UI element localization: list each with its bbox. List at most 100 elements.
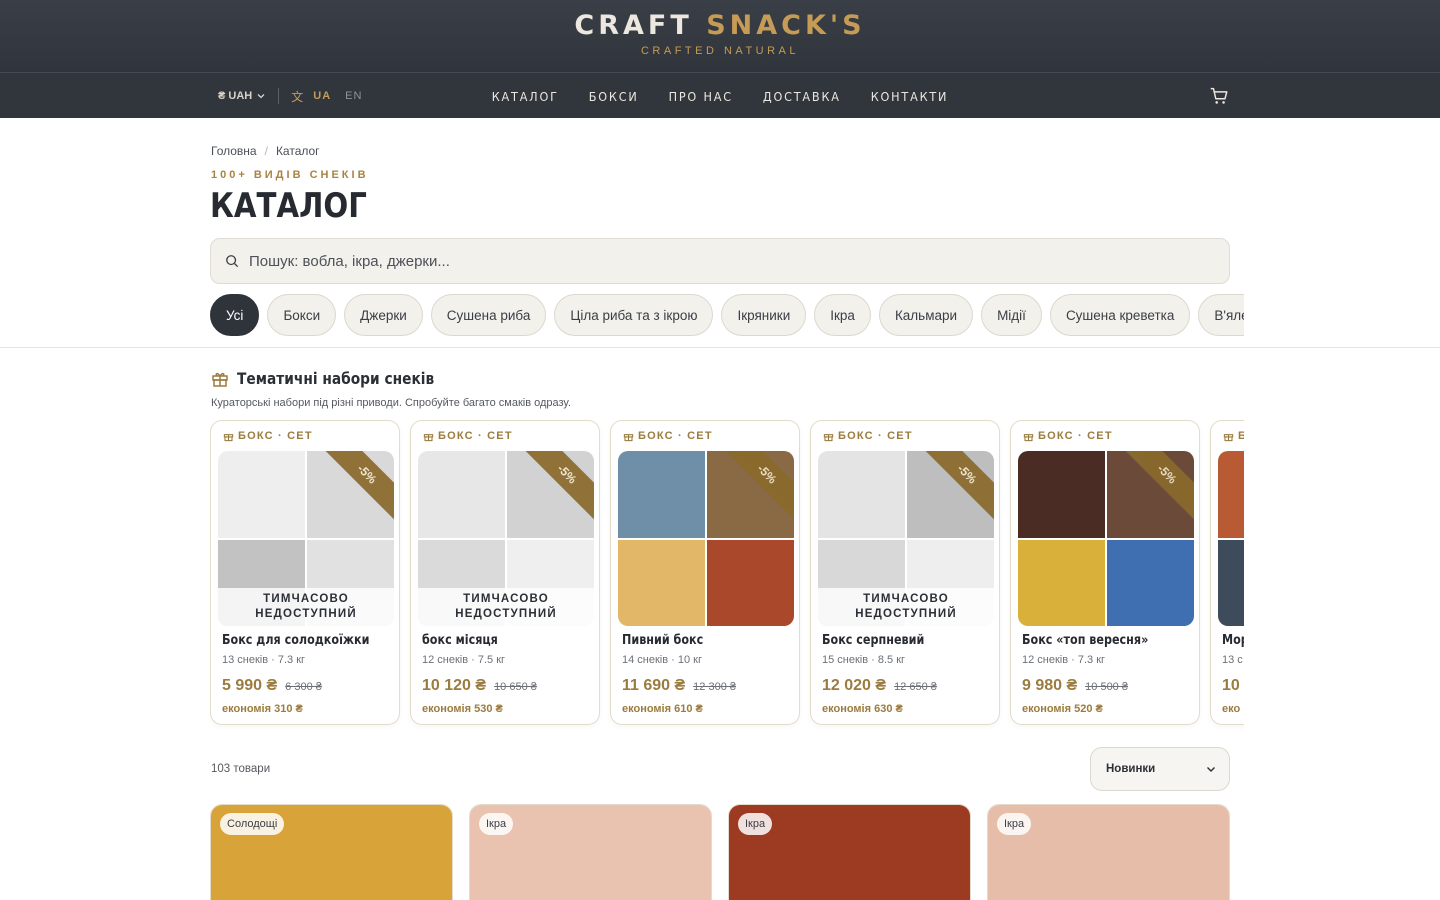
search-input[interactable] <box>249 252 1149 270</box>
search-icon <box>226 255 239 268</box>
gift-icon <box>223 433 234 441</box>
box-image[interactable]: -5% <box>1018 451 1194 626</box>
box-meta: 12 снеків · 7.5 кг <box>422 654 506 666</box>
box-name[interactable]: бокс місяця <box>422 633 498 648</box>
box-name[interactable]: Бокс серпневий <box>822 633 924 648</box>
box-photo-tile <box>1218 539 1244 626</box>
gift-icon <box>623 433 634 441</box>
product-card[interactable]: Ікра <box>987 804 1230 900</box>
price-current: 10 120 ₴ <box>422 677 487 694</box>
chip-roe-cakes[interactable]: Ікряники <box>721 294 807 336</box>
box-saving: економія 520 ₴ <box>1022 703 1103 715</box>
gift-icon <box>1223 433 1234 441</box>
nav-link-catalog[interactable]: КАТАЛОГ <box>492 89 559 104</box>
box-tag: БОКС · СЕТ <box>1223 430 1244 442</box>
nav-link-boxes[interactable]: БОКСИ <box>589 89 639 104</box>
breadcrumb-home[interactable]: Головна <box>211 144 257 158</box>
box-image[interactable] <box>1218 451 1244 626</box>
product-card[interactable]: Ікра <box>728 804 971 900</box>
box-name[interactable]: Бокс для солодкоїжки <box>222 633 369 648</box>
product-category-badge: Ікра <box>997 813 1032 835</box>
gift-icon <box>1023 433 1034 441</box>
currency-selector[interactable]: ₴ UAH <box>218 90 266 102</box>
lang-en[interactable]: EN <box>345 90 362 102</box>
section-divider <box>0 347 1440 348</box>
chip-dried-fish[interactable]: Сушена риба <box>430 294 547 336</box>
box-photo-tile <box>1018 539 1105 626</box>
lang-ua[interactable]: UA <box>313 90 331 102</box>
translate-icon: 文 <box>291 89 304 104</box>
site-logo[interactable]: CRAFT SNACK'S CRAFTED NATURAL <box>0 10 1440 57</box>
breadcrumb: Головна / Каталог <box>211 144 320 158</box>
box-card[interactable]: БОКС · СЕТ -5% Пивний бокс 14 снеків · 1… <box>610 420 800 725</box>
box-meta: 14 снеків · 10 кг <box>622 654 702 666</box>
sort-value: Новинки <box>1106 763 1156 775</box>
box-saving: еко <box>1222 703 1241 715</box>
chip-whole-fish[interactable]: Ціла риба та з ікрою <box>554 294 714 336</box>
box-card[interactable]: БОКС · СЕТ Мор 13 с 10 еко <box>1210 420 1244 725</box>
chip-squid[interactable]: Кальмари <box>878 294 974 336</box>
box-image[interactable]: -5% <box>618 451 794 626</box>
box-image[interactable]: -5% ТИМЧАСОВО НЕДОСТУПНИЙ <box>418 451 594 626</box>
box-name[interactable]: Пивний бокс <box>622 633 703 648</box>
price-old: 12 300 ₴ <box>693 681 736 693</box>
logo-word-1: CRAFT <box>574 10 693 41</box>
price-current: 11 690 ₴ <box>622 677 686 694</box>
search-bar[interactable] <box>210 238 1230 284</box>
product-category-badge: Ікра <box>479 813 514 835</box>
box-tag-label: БОКС · СЕТ <box>838 430 913 442</box>
product-card[interactable]: Солодощі <box>210 804 453 900</box>
cart-icon[interactable] <box>1208 85 1230 107</box>
box-tag-label: БОКС · СЕТ <box>438 430 513 442</box>
box-tag: БОКС · СЕТ <box>823 430 913 442</box>
box-photo-tile <box>218 451 305 538</box>
chip-boxes[interactable]: Бокси <box>267 294 337 336</box>
product-grid: Солодощі Ікра Ікра Ікра <box>210 804 1244 900</box>
price-old: 10 650 ₴ <box>494 681 537 693</box>
product-category-badge: Ікра <box>738 813 773 835</box>
boxes-section-heading: Тематичні набори снеків <box>211 369 466 388</box>
product-category-badge: Солодощі <box>220 813 285 835</box>
nav-link-delivery[interactable]: ДОСТАВКА <box>763 89 841 104</box>
product-card[interactable]: Ікра <box>469 804 712 900</box>
box-image[interactable]: -5% ТИМЧАСОВО НЕДОСТУПНИЙ <box>218 451 394 626</box>
chip-caviar[interactable]: Ікра <box>814 294 871 336</box>
nav-link-contacts[interactable]: КОНТАКТИ <box>871 89 949 104</box>
box-card[interactable]: БОКС · СЕТ -5% ТИМЧАСОВО НЕДОСТУПНИЙ Бок… <box>210 420 400 725</box>
box-tag-label: БОКС · СЕТ <box>638 430 713 442</box>
box-photo-tile <box>418 451 505 538</box>
product-count: 103 товари <box>211 763 271 775</box>
box-card[interactable]: БОКС · СЕТ -5% ТИМЧАСОВО НЕДОСТУПНИЙ бок… <box>410 420 600 725</box>
category-chips: Усі Бокси Джерки Сушена риба Ціла риба т… <box>210 294 1244 336</box>
logo-word-2: SNACK'S <box>706 10 866 41</box>
box-tag-label: БОКС · СЕТ <box>1238 430 1244 442</box>
box-photo-tile <box>1018 451 1105 538</box>
box-tag-label: БОКС · СЕТ <box>238 430 313 442</box>
box-price: 9 980 ₴ 10 500 ₴ <box>1022 677 1128 695</box>
box-tag: БОКС · СЕТ <box>223 430 313 442</box>
box-image[interactable]: -5% ТИМЧАСОВО НЕДОСТУПНИЙ <box>818 451 994 626</box>
box-name[interactable]: Мор <box>1222 633 1244 648</box>
box-tag: БОКС · СЕТ <box>423 430 513 442</box>
box-photo-tile <box>618 451 705 538</box>
box-photo-tile <box>707 539 794 626</box>
box-name[interactable]: Бокс «топ вересня» <box>1022 633 1148 648</box>
page-title: КАТАЛОГ <box>210 186 367 226</box>
chip-all[interactable]: Усі <box>210 294 260 336</box>
chip-mussels[interactable]: Мідії <box>981 294 1042 336</box>
chip-dried-shrimp[interactable]: Сушена креветка <box>1049 294 1191 336</box>
box-card[interactable]: БОКС · СЕТ -5% ТИМЧАСОВО НЕДОСТУПНИЙ Бок… <box>810 420 1000 725</box>
unavailable-overlay: ТИМЧАСОВО НЕДОСТУПНИЙ <box>218 588 394 626</box>
box-card[interactable]: БОКС · СЕТ -5% Бокс «топ вересня» 12 сне… <box>1010 420 1200 725</box>
sort-select[interactable]: Новинки <box>1090 747 1230 791</box>
box-price: 12 020 ₴ 12 650 ₴ <box>822 677 937 695</box>
chip-jerky[interactable]: Джерки <box>344 294 423 336</box>
box-price: 10 <box>1222 677 1244 695</box>
box-tag: БОКС · СЕТ <box>1023 430 1113 442</box>
nav-link-about[interactable]: ПРО НАС <box>669 89 733 104</box>
chip-cured-meat[interactable]: В'ялене м'ясо <box>1198 294 1244 336</box>
boxes-section-subtitle: Кураторські набори під різні приводи. Сп… <box>211 397 571 409</box>
unavailable-overlay: ТИМЧАСОВО НЕДОСТУПНИЙ <box>818 588 994 626</box>
gift-icon <box>423 433 434 441</box>
chevron-down-icon <box>257 94 265 99</box>
